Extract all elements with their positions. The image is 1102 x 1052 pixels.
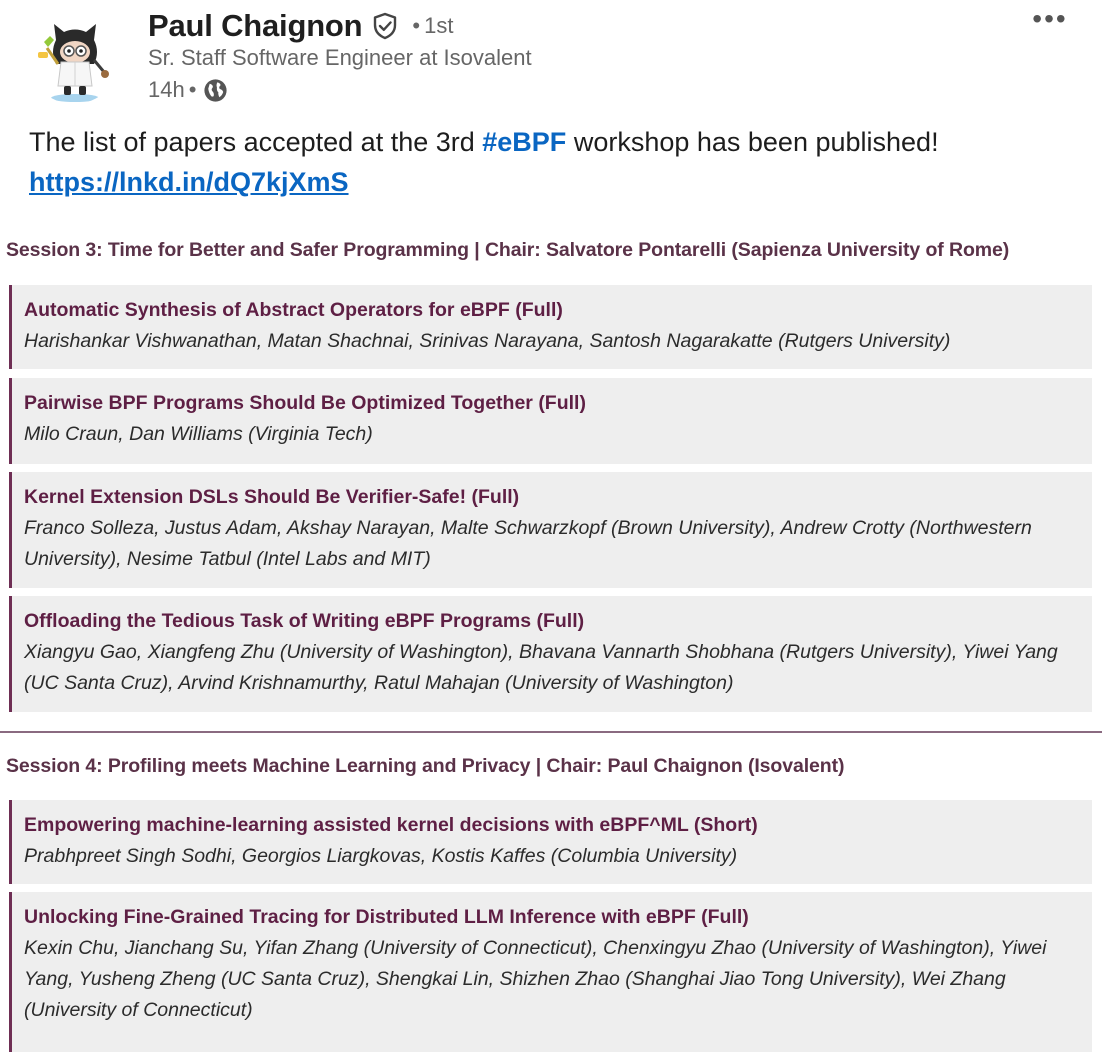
program-image[interactable]: Session 3: Time for Better and Safer Pro… (0, 222, 1102, 1052)
post-text-intro: The list of papers accepted at the 3rd (29, 127, 483, 157)
paper-authors: Franco Solleza, Justus Adam, Akshay Nara… (24, 517, 1032, 570)
post-text-middle: workshop has been published! (566, 127, 939, 157)
author-line: Paul Chaignon • 1st (148, 6, 453, 46)
paper-title[interactable]: Automatic Synthesis of Abstract Operator… (24, 297, 1078, 323)
paper-item: Pairwise BPF Programs Should Be Optimize… (9, 378, 1092, 464)
paper-authors: Harishankar Vishwanathan, Matan Shachnai… (24, 330, 951, 352)
paper-item: Empowering machine-learning assisted ker… (9, 800, 1092, 884)
globe-icon (204, 78, 228, 102)
paper-title[interactable]: Kernel Extension DSLs Should Be Verifier… (24, 484, 1078, 510)
octocat-scientist-icon (38, 24, 109, 102)
post-time: 14h (148, 77, 185, 102)
paper-item: Kernel Extension DSLs Should Be Verifier… (9, 472, 1092, 588)
degree-separator: • (412, 13, 421, 38)
hashtag-ebpf[interactable]: #eBPF (482, 127, 566, 157)
meta-separator: • (188, 77, 197, 102)
session-title: Session 4: Profiling meets Machine Learn… (6, 755, 845, 777)
session-divider (0, 731, 1102, 733)
paper-title[interactable]: Unlocking Fine-Grained Tracing for Distr… (24, 904, 1078, 930)
paper-title[interactable]: Offloading the Tedious Task of Writing e… (24, 608, 1078, 634)
session-title: Session 3: Time for Better and Safer Pro… (6, 239, 1010, 261)
paper-authors: Milo Craun, Dan Williams (Virginia Tech) (24, 423, 373, 445)
paper-item: Unlocking Fine-Grained Tracing for Distr… (9, 892, 1092, 1052)
paper-item: Offloading the Tedious Task of Writing e… (9, 596, 1092, 712)
paper-authors: Kexin Chu, Jianchang Su, Yifan Zhang (Un… (24, 937, 1047, 1021)
post-text: The list of papers accepted at the 3rd #… (29, 122, 1079, 202)
post-link[interactable]: https://lnkd.in/dQ7kjXmS (29, 167, 349, 197)
paper-title[interactable]: Pairwise BPF Programs Should Be Optimize… (24, 390, 1078, 416)
post-meta: 14h • (148, 74, 229, 106)
paper-authors: Prabhpreet Singh Sodhi, Georgios Liargko… (24, 845, 738, 867)
verified-shield-icon (374, 12, 397, 40)
author-name[interactable]: Paul Chaignon (148, 8, 363, 44)
author-headline: Sr. Staff Software Engineer at Isovalent (148, 45, 532, 70)
post-header: Paul Chaignon • 1st Sr. Staff Software En… (0, 0, 1102, 120)
paper-authors: Xiangyu Gao, Xiangfeng Zhu (University o… (24, 641, 1058, 694)
degree-label: 1st (424, 13, 454, 38)
paper-item: Automatic Synthesis of Abstract Operator… (9, 285, 1092, 369)
avatar[interactable] (28, 12, 120, 104)
more-options-button[interactable]: ••• (1020, 3, 1080, 34)
paper-title[interactable]: Empowering machine-learning assisted ker… (24, 812, 1078, 838)
connection-degree: • 1st (412, 13, 453, 39)
